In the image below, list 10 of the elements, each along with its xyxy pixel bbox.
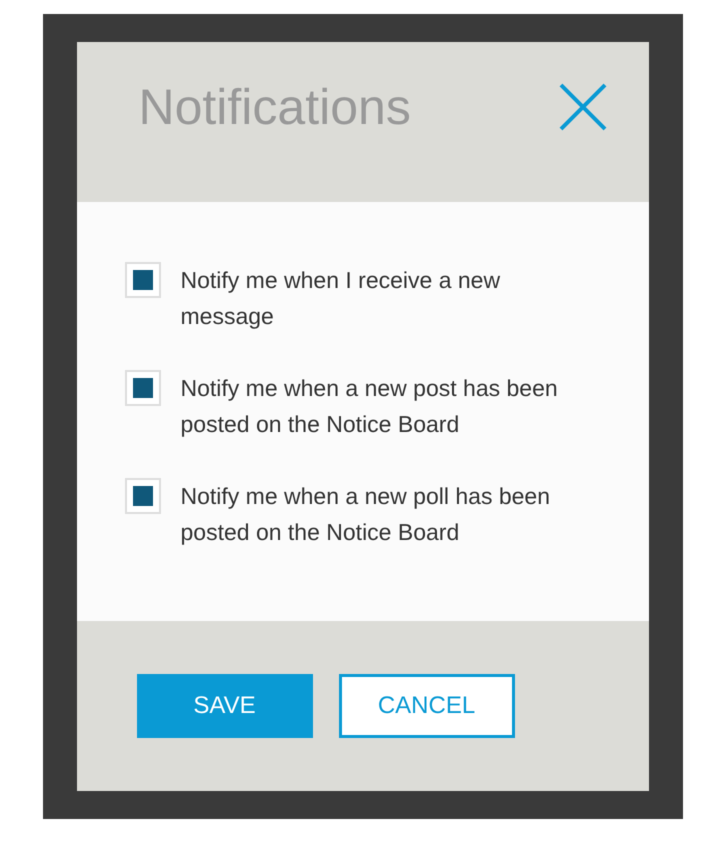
option-label: Notify me when I receive a new message: [180, 266, 502, 331]
save-button[interactable]: SAVE: [136, 674, 312, 738]
close-icon: [556, 81, 608, 133]
dialog-title: Notifications: [138, 78, 411, 136]
checkbox[interactable]: [124, 262, 160, 298]
cancel-button[interactable]: CANCEL: [338, 674, 514, 738]
option-label: Notify me when a new post has been posted on the Notice Board: [180, 374, 559, 439]
option-label: Notify me when a new poll has been posted on the Notice Board: [180, 482, 551, 547]
checkbox[interactable]: [124, 370, 160, 406]
checkbox[interactable]: [124, 478, 160, 514]
